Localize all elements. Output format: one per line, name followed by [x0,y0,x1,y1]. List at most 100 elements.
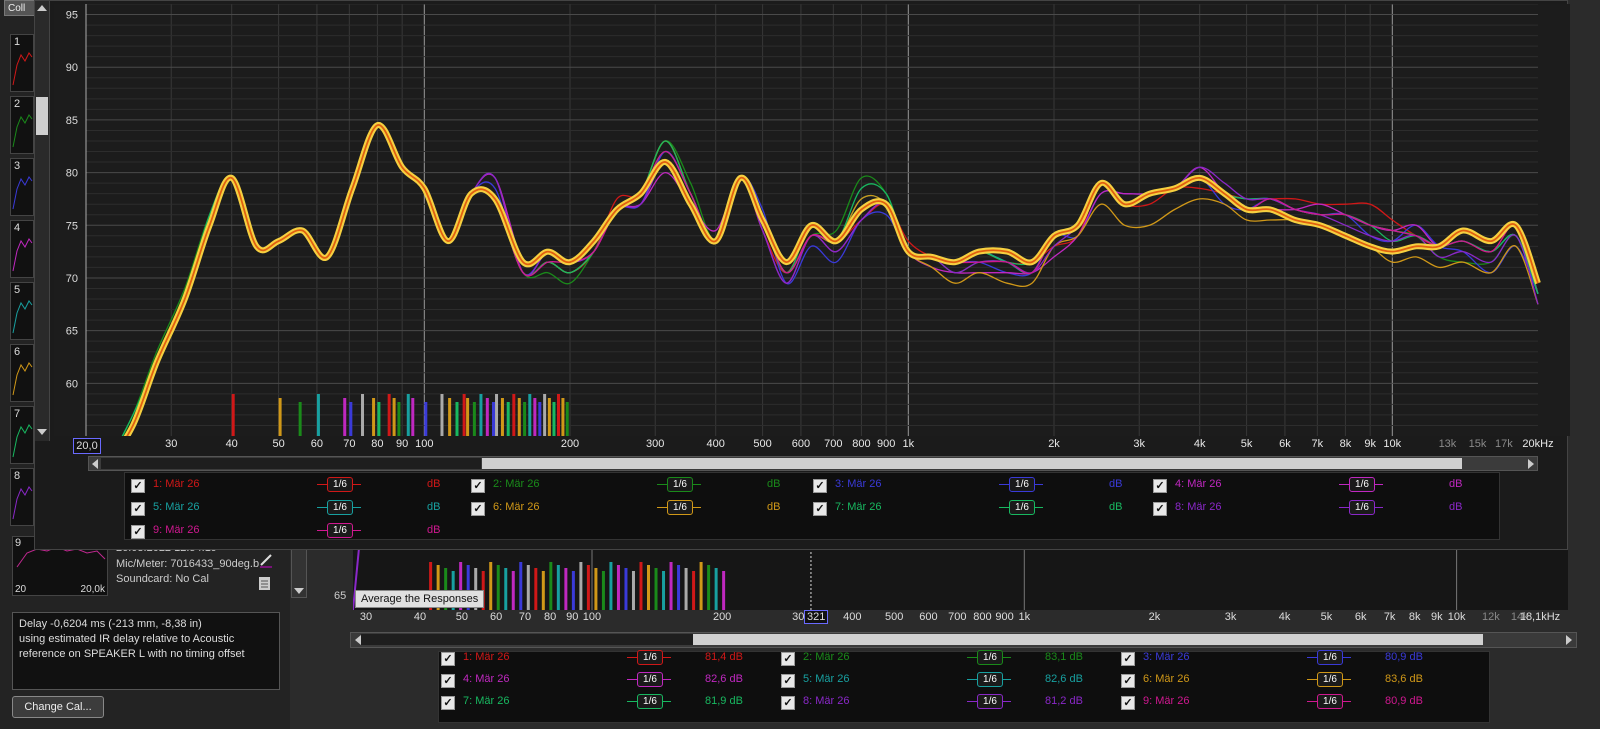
x-tick-label: 900 [995,611,1014,623]
y-tick-label: 65 [334,590,347,602]
x-tick-label: 15k [1468,438,1487,450]
coll-button[interactable]: Coll [4,0,38,16]
x-tick-label: 9k [1364,438,1376,450]
x-tick-label: 3k [1133,438,1146,450]
smoothing-selector[interactable]: 1/6 [999,477,1043,492]
legend-checkbox[interactable]: ✓ [1121,652,1135,666]
spl-plot[interactable]: 60 65 70 75 80 85 90 95 [54,4,1570,436]
smoothing-selector[interactable]: 1/6 [1339,500,1383,515]
back-spl-plot[interactable] [352,547,1568,619]
legend-name: 5: Mär 26 [153,501,200,513]
smoothing-selector[interactable]: 1/6 [999,500,1043,515]
scroll-right-icon[interactable] [1564,634,1574,646]
x-tick-label: 50 [272,438,285,450]
scroll-thumb[interactable] [693,634,1483,645]
legend-checkbox[interactable]: ✓ [131,525,145,539]
legend-checkbox[interactable]: ✓ [471,479,485,493]
cursor-frequency: 321 [803,610,829,624]
smoothing-selector[interactable]: 1/6 [967,694,1011,709]
thumbnail-7[interactable]: 7 [10,406,34,464]
smoothing-selector[interactable]: 1/6 [967,650,1011,665]
smoothing-value: 1/6 [1317,672,1343,687]
legend-db-value: dB [767,478,781,490]
spectral-bar [684,568,688,616]
document-icon[interactable] [258,576,272,592]
legend-checkbox[interactable]: ✓ [1121,696,1135,710]
x-tick-label: 90 [566,611,579,623]
y-tick-label: 85 [66,115,78,127]
soundcard-label: Soundcard: No Cal [116,573,209,585]
smoothing-selector[interactable]: 1/6 [627,694,671,709]
legend-item: ✓ 9: Mär 26 1/6 80,9 dB [1121,693,1451,713]
legend-checkbox[interactable]: ✓ [813,502,827,516]
legend-checkbox[interactable]: ✓ [441,652,455,666]
edit-notes-icon[interactable] [258,552,274,568]
spectral-bar [631,571,635,619]
smoothing-selector[interactable]: 1/6 [317,523,361,538]
x-tick-label: 4k [1278,611,1291,623]
legend-checkbox[interactable]: ✓ [471,502,485,516]
smoothing-selector[interactable]: 1/6 [1307,694,1351,709]
legend-item: ✓ 6: Mär 26 1/6 dB [471,499,801,519]
change-cal-button[interactable]: Change Cal... [12,696,104,718]
x-tick-label: 7k [1383,611,1396,623]
scroll-up-icon[interactable] [36,3,48,13]
smoothing-selector[interactable]: 1/6 [317,477,361,492]
smoothing-value: 1/6 [1317,694,1343,709]
legend-checkbox[interactable]: ✓ [131,502,145,516]
spectral-bar [534,568,538,616]
legend-db-value: 80,9 dB [1385,695,1423,707]
back-vscroll[interactable] [291,548,307,598]
spectral-bar [489,562,493,610]
smoothing-selector[interactable]: 1/6 [317,500,361,515]
legend-checkbox[interactable]: ✓ [441,696,455,710]
scroll-thumb[interactable] [482,458,1462,469]
legend-checkbox[interactable]: ✓ [781,652,795,666]
smoothing-selector[interactable]: 1/6 [657,477,701,492]
smoothing-selector[interactable]: 1/6 [1339,477,1383,492]
legend-item: ✓ 7: Mär 26 1/6 dB [813,499,1143,519]
spectral-bar [479,394,483,436]
x-tick-label: 1k [1018,611,1031,623]
thumbnail-3[interactable]: 3 [10,158,34,216]
legend-checkbox[interactable]: ✓ [1121,674,1135,688]
thumbnail-6[interactable]: 6 [10,344,34,402]
legend-checkbox[interactable]: ✓ [1153,479,1167,493]
thumbnail-1[interactable]: 1 [10,34,34,92]
legend-checkbox[interactable]: ✓ [781,674,795,688]
smoothing-selector[interactable]: 1/6 [967,672,1011,687]
spectral-bar [231,394,235,436]
smoothing-selector[interactable]: 1/6 [627,672,671,687]
front-vscroll[interactable] [35,1,50,441]
x-start-field[interactable]: 20,0 [73,438,101,454]
thumbnail-4[interactable]: 4 [10,220,34,278]
spectral-bar [511,571,515,619]
x-tick-label: 13k [1438,438,1457,450]
smoothing-selector[interactable]: 1/6 [657,500,701,515]
legend-checkbox[interactable]: ✓ [781,696,795,710]
scroll-thumb[interactable] [36,97,48,135]
info-line: using estimated IR delay relative to Aco… [19,633,235,645]
smoothing-selector[interactable]: 1/6 [1307,672,1351,687]
thumbnail-2[interactable]: 2 [10,96,34,154]
legend-checkbox[interactable]: ✓ [813,479,827,493]
thumbnail-8[interactable]: 8 [10,468,34,526]
legend-checkbox[interactable]: ✓ [441,674,455,688]
scroll-left-icon[interactable] [90,458,100,470]
scroll-down-icon[interactable] [293,586,305,596]
spectral-bar [669,562,673,610]
legend-checkbox[interactable]: ✓ [131,479,145,493]
smoothing-selector[interactable]: 1/6 [627,650,671,665]
x-tick-label: 100 [582,611,602,623]
spectral-bar [526,565,530,613]
legend-checkbox[interactable]: ✓ [1153,502,1167,516]
smoothing-selector[interactable]: 1/6 [1307,650,1351,665]
x-tick-label: 500 [884,611,904,623]
scroll-down-icon[interactable] [36,427,48,437]
spectral-bar [662,571,666,619]
scroll-right-icon[interactable] [1526,458,1536,470]
back-hscroll[interactable] [350,632,1577,648]
thumbnail-5[interactable]: 5 [10,282,34,340]
x-tick-label: 2k [1048,438,1060,450]
smoothing-value: 1/6 [977,672,1003,687]
